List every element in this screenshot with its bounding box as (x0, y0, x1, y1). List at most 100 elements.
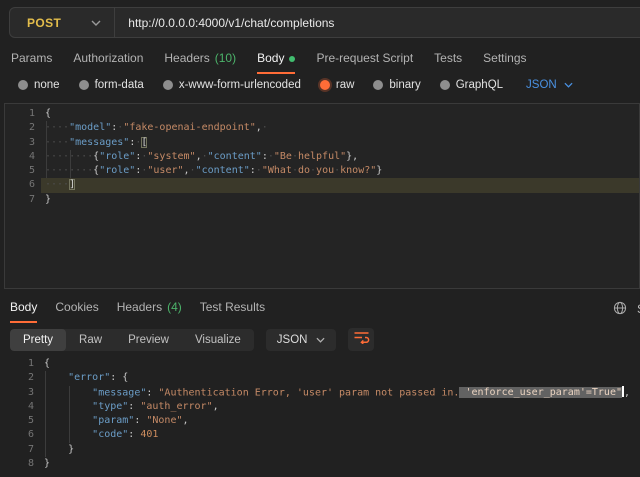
response-body-viewer[interactable]: 1{2 "error": {3 "message": "Authenticati… (4, 356, 640, 474)
view-pretty[interactable]: Pretty (10, 329, 66, 351)
body-type-graphql[interactable]: GraphQL (440, 79, 503, 91)
code-token: "fake-openai-endpoint" (123, 122, 255, 133)
code-text: "message": "Authentication Error, 'user'… (44, 386, 630, 400)
code-line[interactable]: 4 "type": "auth_error", (4, 400, 640, 414)
request-tab-pre-request-script[interactable]: Pre-request Script (316, 51, 413, 74)
request-body-editor[interactable]: 1{2····"model":·"fake-openai-endpoint",·… (4, 103, 640, 289)
code-token: ] (69, 179, 75, 190)
wrap-line-button[interactable] (348, 328, 374, 351)
network-globe-icon[interactable] (613, 301, 627, 320)
code-line[interactable]: 5 ········{"role":·"user",·"content":·"Wh… (5, 164, 639, 178)
raw-format-dropdown[interactable]: JSON (526, 79, 573, 91)
code-line[interactable]: 7} (5, 193, 639, 207)
code-text: ····] (45, 178, 75, 192)
code-line[interactable]: 6 ····] (5, 178, 639, 192)
view-mode-switcher: PrettyRawPreviewVisualize (10, 329, 254, 351)
view-preview[interactable]: Preview (115, 329, 182, 351)
response-tab-cookies[interactable]: Cookies (55, 300, 98, 323)
request-tab-tests[interactable]: Tests (434, 51, 462, 74)
line-number: 6 (5, 178, 35, 192)
radio-icon (320, 80, 330, 90)
response-format-dropdown[interactable]: JSON (266, 329, 337, 351)
unsaved-dot-icon (289, 56, 295, 62)
code-line[interactable]: 1{ (4, 357, 640, 371)
tab-label: Body (10, 300, 37, 314)
chevron-down-icon (564, 82, 573, 88)
tab-label: Pre-request Script (316, 51, 413, 65)
current-line-highlight (41, 178, 639, 192)
code-token (44, 387, 92, 398)
code-token: "Be (274, 151, 292, 162)
code-token: ···· (45, 179, 69, 190)
body-type-x-www-form-urlencoded[interactable]: x-www-form-urlencoded (163, 79, 301, 91)
radio-icon (163, 80, 173, 90)
code-token: ········ (45, 151, 93, 162)
response-tab-test-results[interactable]: Test Results (200, 300, 265, 323)
tab-label: Test Results (200, 300, 265, 314)
code-token: } (44, 458, 50, 469)
code-token (44, 401, 92, 412)
tab-label: Cookies (55, 300, 98, 314)
code-line[interactable]: 7 } (4, 443, 640, 457)
code-text: ········{"role":·"user",·"content":·"Wha… (45, 164, 382, 178)
code-line[interactable]: 2 "error": { (4, 371, 640, 385)
body-type-row: none form-data x-www-form-urlencoded raw bin… (18, 79, 573, 91)
code-token (44, 372, 68, 383)
body-type-form-data[interactable]: form-data (79, 79, 144, 91)
code-token: do (298, 165, 310, 176)
code-line[interactable]: 3····"messages":·[ (5, 136, 639, 150)
code-token: : (128, 429, 140, 440)
code-text: "error": { (44, 371, 128, 385)
code-token: { (45, 108, 51, 119)
code-text: ········{"role":·"system",·"content":·"B… (45, 150, 358, 164)
code-token: 401 (140, 429, 158, 440)
request-tab-body[interactable]: Body (257, 51, 295, 74)
code-token: "error" (68, 372, 110, 383)
body-type-binary[interactable]: binary (373, 79, 420, 91)
code-text: } (45, 193, 51, 207)
code-text: "code": 401 (44, 428, 158, 442)
code-text: ····"messages":·[ (45, 136, 147, 150)
raw-format-label: JSON (526, 79, 557, 91)
code-token: "code" (92, 429, 128, 440)
chevron-down-icon[interactable] (91, 20, 101, 26)
view-visualize[interactable]: Visualize (182, 329, 254, 351)
code-token: "user" (147, 165, 183, 176)
line-number: 2 (4, 371, 34, 385)
response-format-label: JSON (277, 334, 308, 346)
code-token: "role" (99, 165, 135, 176)
request-tab-settings[interactable]: Settings (483, 51, 526, 74)
code-line[interactable]: 8} (4, 457, 640, 471)
code-token: : { (110, 372, 128, 383)
code-line[interactable]: 6 "code": 401 (4, 428, 640, 442)
code-line[interactable]: 2····"model":·"fake-openai-endpoint",· (5, 121, 639, 135)
radio-label: none (34, 79, 60, 91)
body-type-none[interactable]: none (18, 79, 60, 91)
tab-label: Authorization (73, 51, 143, 65)
response-tab-body[interactable]: Body (10, 300, 37, 323)
code-line[interactable]: 1{ (5, 107, 639, 121)
line-number: 5 (5, 164, 35, 178)
code-token: ···· (45, 137, 69, 148)
code-token: "auth_error" (140, 401, 212, 412)
request-tab-headers[interactable]: Headers(10) (164, 51, 236, 74)
body-type-raw[interactable]: raw (320, 79, 355, 91)
response-tab-headers[interactable]: Headers(4) (117, 300, 182, 323)
code-line[interactable]: 5 "param": "None", (4, 414, 640, 428)
url-input[interactable]: http://0.0.0.0:4000/v1/chat/completions (128, 16, 334, 30)
method-selector[interactable]: POST (27, 16, 61, 30)
code-text: { (45, 107, 51, 121)
radio-label: x-www-form-urlencoded (179, 79, 301, 91)
request-tab-authorization[interactable]: Authorization (73, 51, 143, 74)
request-tab-params[interactable]: Params (11, 51, 52, 74)
code-token: · (262, 122, 268, 133)
code-line[interactable]: 3 "message": "Authentication Error, 'use… (4, 386, 640, 400)
line-number: 4 (5, 150, 35, 164)
line-number: 7 (4, 443, 34, 457)
code-line[interactable]: 4 ········{"role":·"system",·"content":·"… (5, 150, 639, 164)
code-token: you (316, 165, 334, 176)
code-text: "type": "auth_error", (44, 400, 219, 414)
line-number: 8 (4, 457, 34, 471)
view-raw[interactable]: Raw (66, 329, 115, 351)
response-tabs: Body Cookies Headers(4) Test Results (10, 300, 265, 323)
